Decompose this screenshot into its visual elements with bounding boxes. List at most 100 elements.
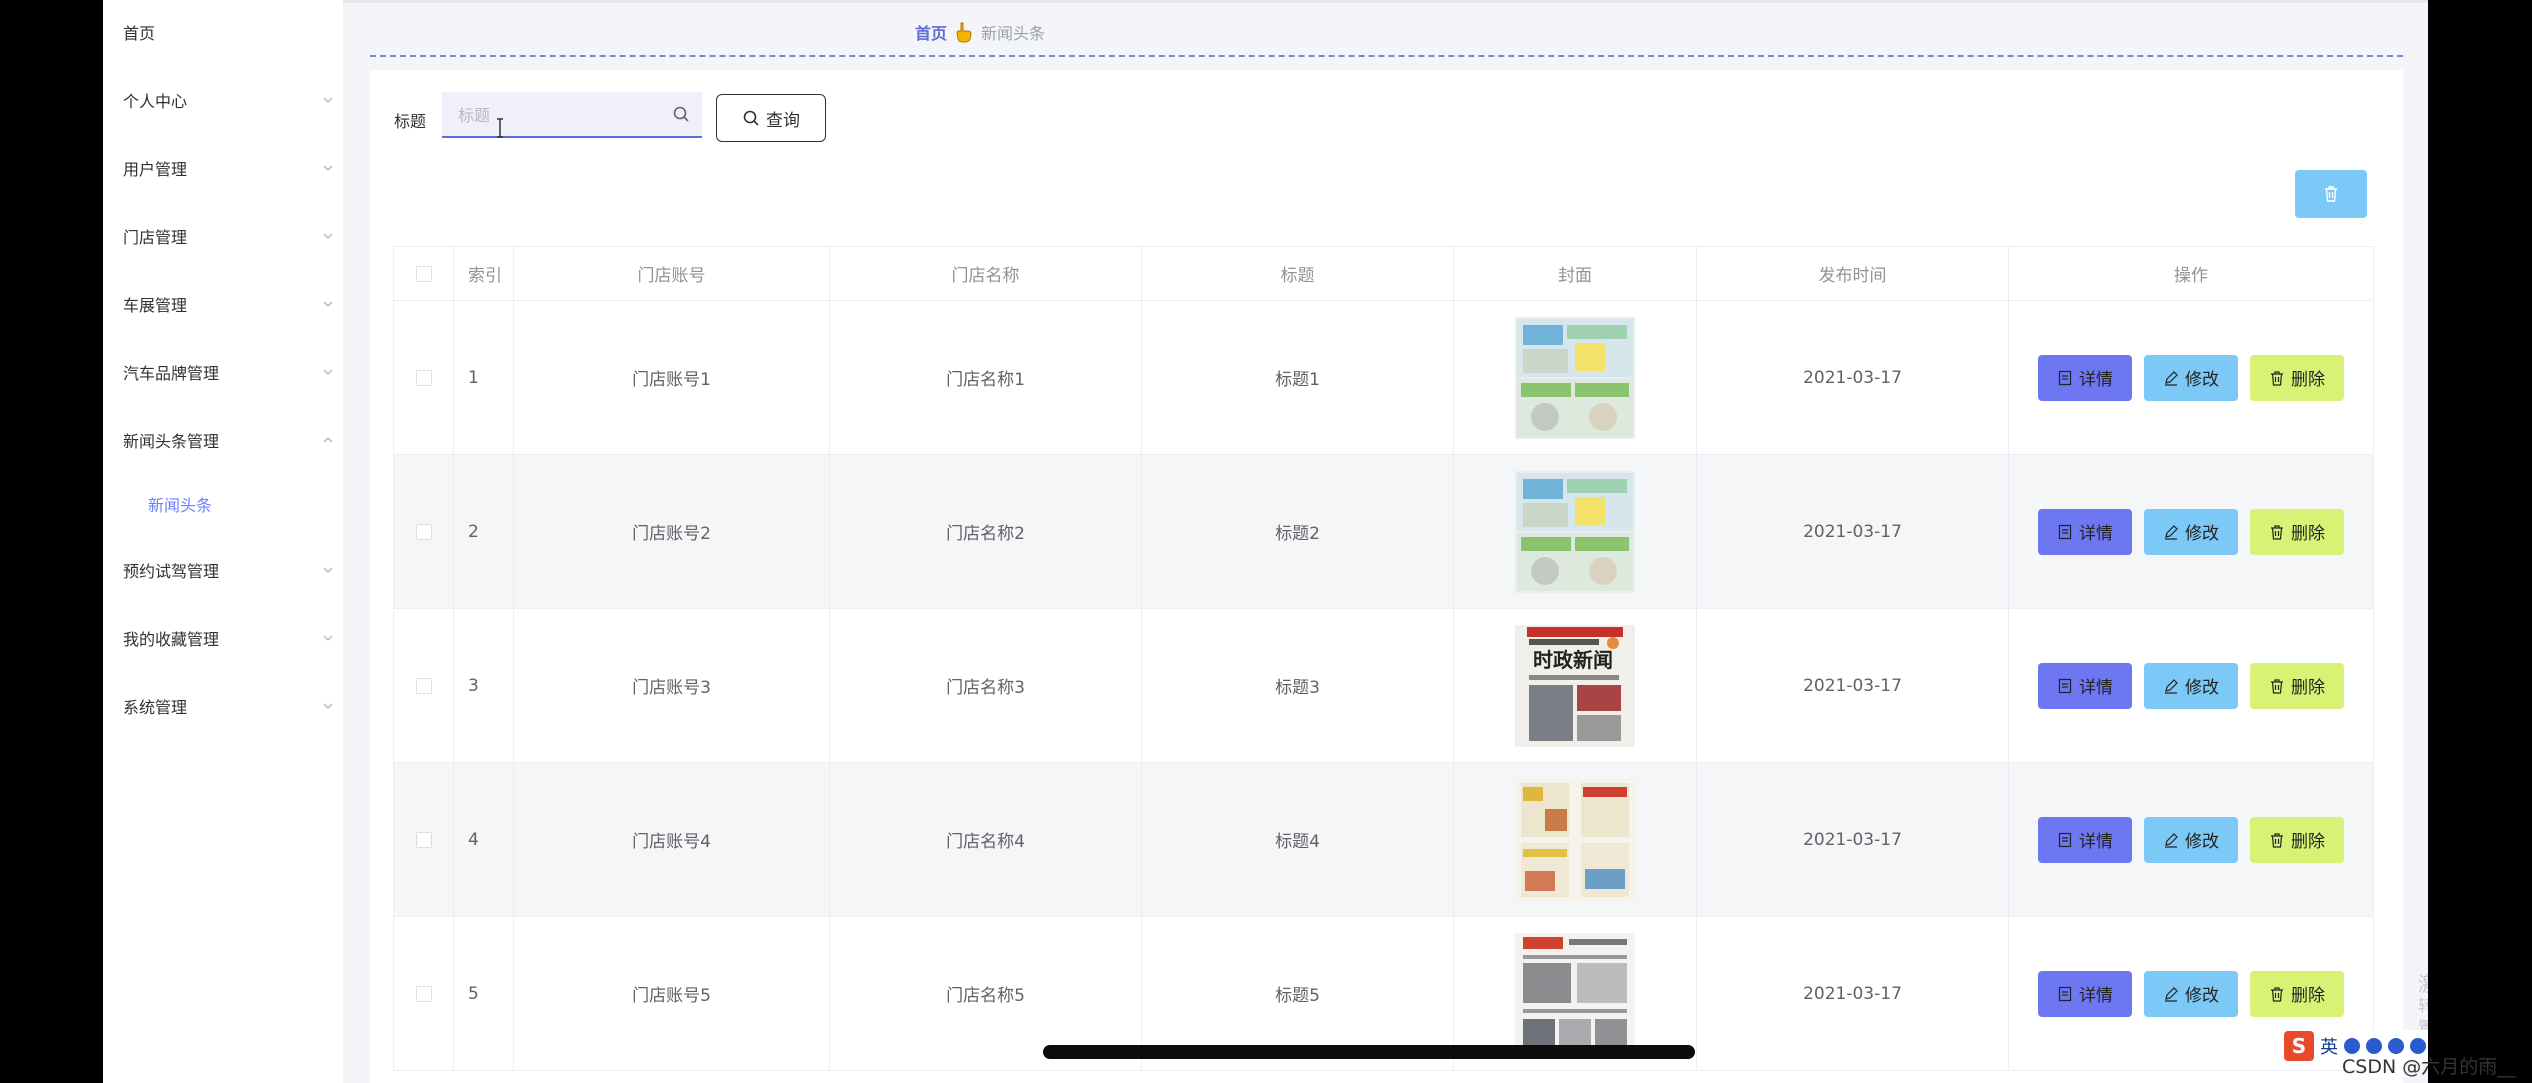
sidebar-item-label: 我的收藏管理 — [123, 630, 220, 649]
sidebar-item-label: 用户管理 — [123, 160, 188, 179]
header-index: 索引 — [454, 247, 514, 300]
sidebar-item-favorites[interactable]: 我的收藏管理 — [103, 618, 343, 658]
cell-cover — [1454, 301, 1697, 454]
sidebar-item-label: 系统管理 — [123, 698, 188, 717]
table-row: 3 门店账号3 门店名称3 标题3 时政新闻 2021-03-17 详情 修改 删除 — [394, 609, 2373, 763]
cover-image[interactable] — [1515, 932, 1635, 1055]
cell-index: 4 — [454, 763, 514, 916]
search-field[interactable] — [442, 92, 702, 138]
trash-icon — [2271, 678, 2283, 694]
delete-label: 删除 — [2291, 678, 2325, 698]
select-all-checkbox[interactable] — [415, 265, 432, 282]
cover-image[interactable] — [1515, 316, 1635, 439]
row-checkbox[interactable] — [415, 985, 432, 1002]
news-table: 索引 门店账号 门店名称 标题 封面 发布时间 操作 1 门店账号1 门店名称1 标题… — [393, 246, 2374, 1071]
search-input[interactable] — [456, 92, 660, 138]
main-area: 首页 新闻头条 标题 标题 查询 索引 门店账号 门店名称 标题 封面 发布时间… — [343, 0, 2428, 1083]
sidebar-item-news-management[interactable]: 新闻头条管理 — [103, 420, 343, 460]
delete-label: 删除 — [2291, 832, 2325, 852]
row-checkbox[interactable] — [415, 831, 432, 848]
sidebar-item-users[interactable]: 用户管理 — [103, 148, 343, 188]
chevron-down-icon — [323, 703, 333, 709]
header-time: 发布时间 — [1697, 247, 2009, 300]
csdn-watermark: CSDN @六月的雨__ — [2342, 1056, 2517, 1078]
sidebar-item-stores[interactable]: 门店管理 — [103, 216, 343, 256]
content-panel: 标题 查询 — [370, 70, 2403, 1083]
cell-index: 3 — [454, 609, 514, 762]
detail-button[interactable]: 详情 — [2038, 970, 2132, 1017]
app-screen: 首页个人中心用户管理门店管理车展管理汽车品牌管理新闻头条管理 新闻头条预约试驾管理… — [103, 0, 2428, 1083]
sidebar-item-label: 预约试驾管理 — [123, 562, 220, 581]
edit-button[interactable]: 修改 — [2144, 354, 2238, 401]
chevron-down-icon — [323, 567, 333, 573]
cell-time: 2021-03-17 — [1697, 609, 2009, 762]
cell-index: 2 — [454, 455, 514, 608]
search-label: 标题 — [394, 112, 427, 131]
edit-button[interactable]: 修改 — [2144, 970, 2238, 1017]
chevron-down-icon — [323, 97, 333, 103]
cell-cover: 时政新闻 — [1454, 609, 1697, 762]
edit-button[interactable]: 修改 — [2144, 508, 2238, 555]
detail-button[interactable]: 详情 — [2038, 354, 2132, 401]
delete-button[interactable]: 删除 — [2250, 508, 2344, 555]
cover-image[interactable]: 时政新闻 — [1515, 624, 1635, 747]
edit-icon — [2165, 986, 2178, 1002]
row-checkbox[interactable] — [415, 523, 432, 540]
edit-button[interactable]: 修改 — [2144, 816, 2238, 863]
edit-label: 修改 — [2185, 986, 2219, 1006]
document-icon — [2058, 524, 2072, 539]
sidebar-item-home[interactable]: 首页 — [103, 12, 343, 52]
breadcrumb-divider — [370, 55, 2403, 57]
trash-icon — [2271, 986, 2283, 1002]
document-icon — [2058, 678, 2072, 693]
detail-label: 详情 — [2079, 678, 2113, 698]
sogou-ime-icon[interactable]: S — [2284, 1031, 2314, 1061]
document-icon — [2058, 370, 2072, 385]
row-select — [394, 301, 454, 454]
cover-image[interactable] — [1515, 470, 1635, 593]
delete-button[interactable]: 删除 — [2250, 662, 2344, 709]
sidebar-item-test-drive[interactable]: 预约试驾管理 — [103, 550, 343, 590]
table-row: 1 门店账号1 门店名称1 标题1 2021-03-17 详情 修改 删除 — [394, 301, 2373, 455]
detail-label: 详情 — [2079, 370, 2113, 390]
delete-button[interactable]: 删除 — [2250, 354, 2344, 401]
trash-icon — [2271, 832, 2283, 848]
detail-button[interactable]: 详情 — [2038, 508, 2132, 555]
row-select — [394, 763, 454, 916]
cell-cover — [1454, 455, 1697, 608]
sidebar-item-car-shows[interactable]: 车展管理 — [103, 284, 343, 324]
delete-button[interactable]: 删除 — [2250, 816, 2344, 863]
query-button[interactable]: 查询 — [716, 94, 826, 142]
sidebar-item-car-brands[interactable]: 汽车品牌管理 — [103, 352, 343, 392]
sidebar-item-system[interactable]: 系统管理 — [103, 686, 343, 726]
batch-delete-button[interactable] — [2295, 170, 2367, 218]
sidebar: 首页个人中心用户管理门店管理车展管理汽车品牌管理新闻头条管理 新闻头条预约试驾管理… — [103, 0, 343, 1083]
row-checkbox[interactable] — [415, 677, 432, 694]
table-row: 4 门店账号4 门店名称4 标题4 2021-03-17 详情 修改 删除 — [394, 763, 2373, 917]
detail-label: 详情 — [2079, 524, 2113, 544]
breadcrumb-home[interactable]: 首页 — [915, 20, 947, 44]
cell-index: 1 — [454, 301, 514, 454]
cell-title: 标题1 — [1142, 301, 1454, 454]
cover-image[interactable] — [1515, 778, 1635, 901]
edit-label: 修改 — [2185, 370, 2219, 390]
edit-label: 修改 — [2185, 678, 2219, 698]
cell-account: 门店账号1 — [514, 301, 830, 454]
delete-button[interactable]: 删除 — [2250, 970, 2344, 1017]
detail-button[interactable]: 详情 — [2038, 662, 2132, 709]
header-actions: 操作 — [2174, 266, 2208, 286]
edit-button[interactable]: 修改 — [2144, 662, 2238, 709]
sidebar-item-profile[interactable]: 个人中心 — [103, 80, 343, 120]
cell-actions: 详情 修改 删除 — [2009, 763, 2373, 916]
edit-label: 修改 — [2185, 832, 2219, 852]
header-name: 门店名称 — [830, 247, 1142, 300]
detail-button[interactable]: 详情 — [2038, 816, 2132, 863]
table-row: 2 门店账号2 门店名称2 标题2 2021-03-17 详情 修改 删除 — [394, 455, 2373, 609]
ime-language[interactable]: 英 — [2320, 1033, 2338, 1059]
cell-name: 门店名称4 — [830, 763, 1142, 916]
row-checkbox[interactable] — [415, 369, 432, 386]
header-title: 标题 — [1142, 247, 1454, 300]
cell-title: 标题3 — [1142, 609, 1454, 762]
sidebar-item-news[interactable]: 新闻头条 — [103, 484, 343, 524]
sidebar-item-label: 汽车品牌管理 — [123, 364, 220, 383]
